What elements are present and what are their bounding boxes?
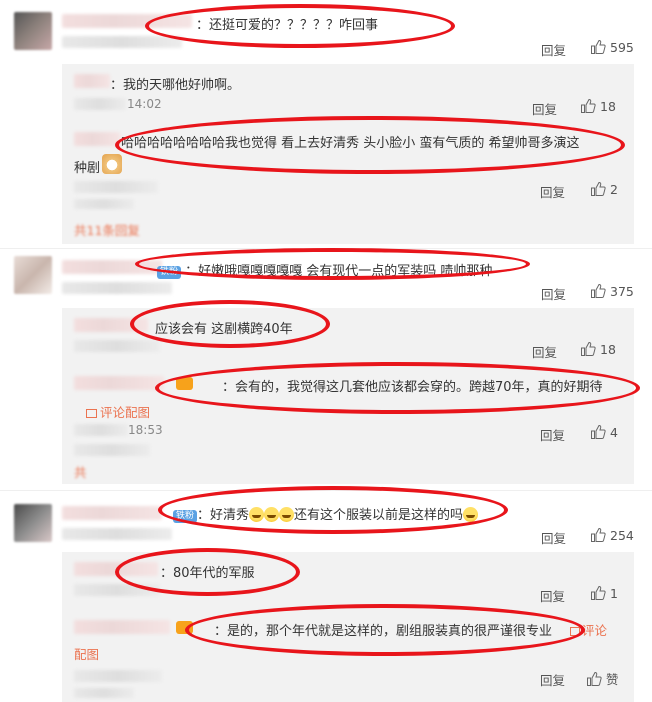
reply-date (74, 670, 162, 682)
cat-emoji-icon (102, 154, 122, 174)
like-button[interactable]: 18 (580, 98, 616, 114)
like-button[interactable]: 595 (590, 39, 634, 55)
image-icon (86, 409, 97, 418)
timestamp (62, 282, 172, 294)
reply-text: ：是的，那个年代就是这样的，剧组服装真的很严谨很专业 (214, 624, 553, 639)
thumbs-up-icon (581, 341, 596, 356)
laugh-emoji-icon (249, 507, 265, 522)
reply-date (74, 199, 134, 209)
reply-username[interactable] (74, 562, 158, 576)
like-count: 595 (610, 39, 634, 55)
reply-thread (62, 308, 634, 484)
reply-date (74, 584, 160, 596)
reply-date (74, 444, 150, 456)
avatar[interactable] (14, 504, 52, 542)
reply-button[interactable]: 回复 (541, 284, 566, 303)
like-count: 375 (610, 283, 634, 299)
fan-badge (176, 621, 194, 634)
like-count: 2 (610, 181, 618, 197)
comment-image-link[interactable]: 评论配图 (86, 402, 150, 421)
thumbs-up-icon (591, 585, 606, 600)
laugh-emoji-icon (279, 507, 295, 522)
divider (0, 490, 652, 491)
reply-username[interactable] (74, 132, 120, 146)
fan-badge: 铁粉 (173, 510, 198, 523)
like-count: 254 (610, 527, 634, 543)
more-replies-link[interactable]: 共 (74, 462, 87, 481)
like-count: 4 (610, 424, 618, 440)
thumbs-up-icon (591, 283, 606, 298)
reply-date (74, 688, 134, 698)
avatar[interactable] (14, 12, 52, 50)
reply-date (74, 98, 126, 110)
timestamp (62, 36, 182, 48)
like-count: 1 (610, 585, 618, 601)
like-button[interactable]: 1 (590, 585, 618, 601)
like-button[interactable]: 2 (590, 181, 618, 197)
comment-image-link-line2[interactable]: 配图 (74, 644, 99, 663)
reply-button[interactable]: 回复 (532, 99, 557, 118)
comment-text: ：还挺可爱的？？？？？咋回事 (196, 18, 379, 33)
reply-text: ：会有的，我觉得这几套他应该都会穿的。跨越70年，真的好期待 (222, 380, 603, 395)
reply-button[interactable]: 回复 (540, 425, 565, 444)
like-label: 赞 (606, 672, 619, 687)
username[interactable] (62, 14, 192, 28)
reply-text-line2: 种剧 (74, 161, 101, 176)
like-button[interactable]: 4 (590, 424, 618, 440)
username[interactable] (62, 506, 162, 520)
thumbs-up-icon (591, 181, 606, 196)
thumbs-up-icon (591, 39, 606, 54)
like-button[interactable]: 赞 (586, 669, 619, 688)
reply-username[interactable] (74, 376, 164, 390)
reply-username[interactable] (74, 620, 170, 634)
like-button[interactable]: 18 (580, 341, 616, 357)
like-count: 18 (600, 341, 616, 357)
fan-badge: 铁粉 (157, 266, 182, 279)
thumbs-up-icon (587, 671, 602, 686)
image-icon (570, 627, 580, 636)
timestamp (62, 528, 172, 540)
fan-badge (176, 377, 194, 390)
reply-button[interactable]: 回复 (541, 40, 566, 59)
reply-date (74, 340, 160, 352)
like-button[interactable]: 254 (590, 527, 634, 543)
thumbs-up-icon (591, 527, 606, 542)
reply-text: ：我的天哪他好帅啊。 (110, 78, 241, 93)
reply-username[interactable] (74, 74, 110, 88)
reply-button[interactable]: 回复 (540, 182, 565, 201)
divider (0, 248, 652, 249)
comment-text: 铁粉 ：好嫩哦嘎嘎嘎嘎嘎 会有现代一点的军装吗 啧帅那种 (157, 260, 492, 279)
reply-date (74, 424, 128, 436)
reply-button[interactable]: 回复 (540, 670, 565, 689)
reply-time: 14:02 (127, 97, 162, 111)
comment-image-link[interactable]: 评论 (570, 620, 607, 639)
laugh-emoji-icon (264, 507, 280, 522)
comment-text: 铁粉 ：好清秀 还有这个服装以前是这样的吗 (173, 504, 479, 523)
reply-button[interactable]: 回复 (540, 586, 565, 605)
laugh-emoji-icon (463, 507, 479, 522)
thumbs-up-icon (591, 424, 606, 439)
more-replies-link[interactable]: 共11条回复 (74, 220, 140, 239)
reply-text: 哈哈哈哈哈哈哈哈我也觉得 看上去好清秀 头小脸小 蛮有气质的 希望帅哥多演这 (121, 136, 580, 151)
reply-text: 应该会有 这剧横跨40年 (155, 322, 293, 337)
username[interactable] (62, 260, 162, 274)
like-count: 18 (600, 98, 616, 114)
reply-button[interactable]: 回复 (532, 342, 557, 361)
avatar[interactable] (14, 256, 52, 294)
reply-username[interactable] (74, 318, 148, 332)
like-button[interactable]: 375 (590, 283, 634, 299)
thumbs-up-icon (581, 98, 596, 113)
reply-time: 18:53 (128, 423, 163, 437)
reply-text: ：80年代的军服 (160, 566, 255, 581)
reply-date (74, 181, 158, 193)
reply-button[interactable]: 回复 (541, 528, 566, 547)
